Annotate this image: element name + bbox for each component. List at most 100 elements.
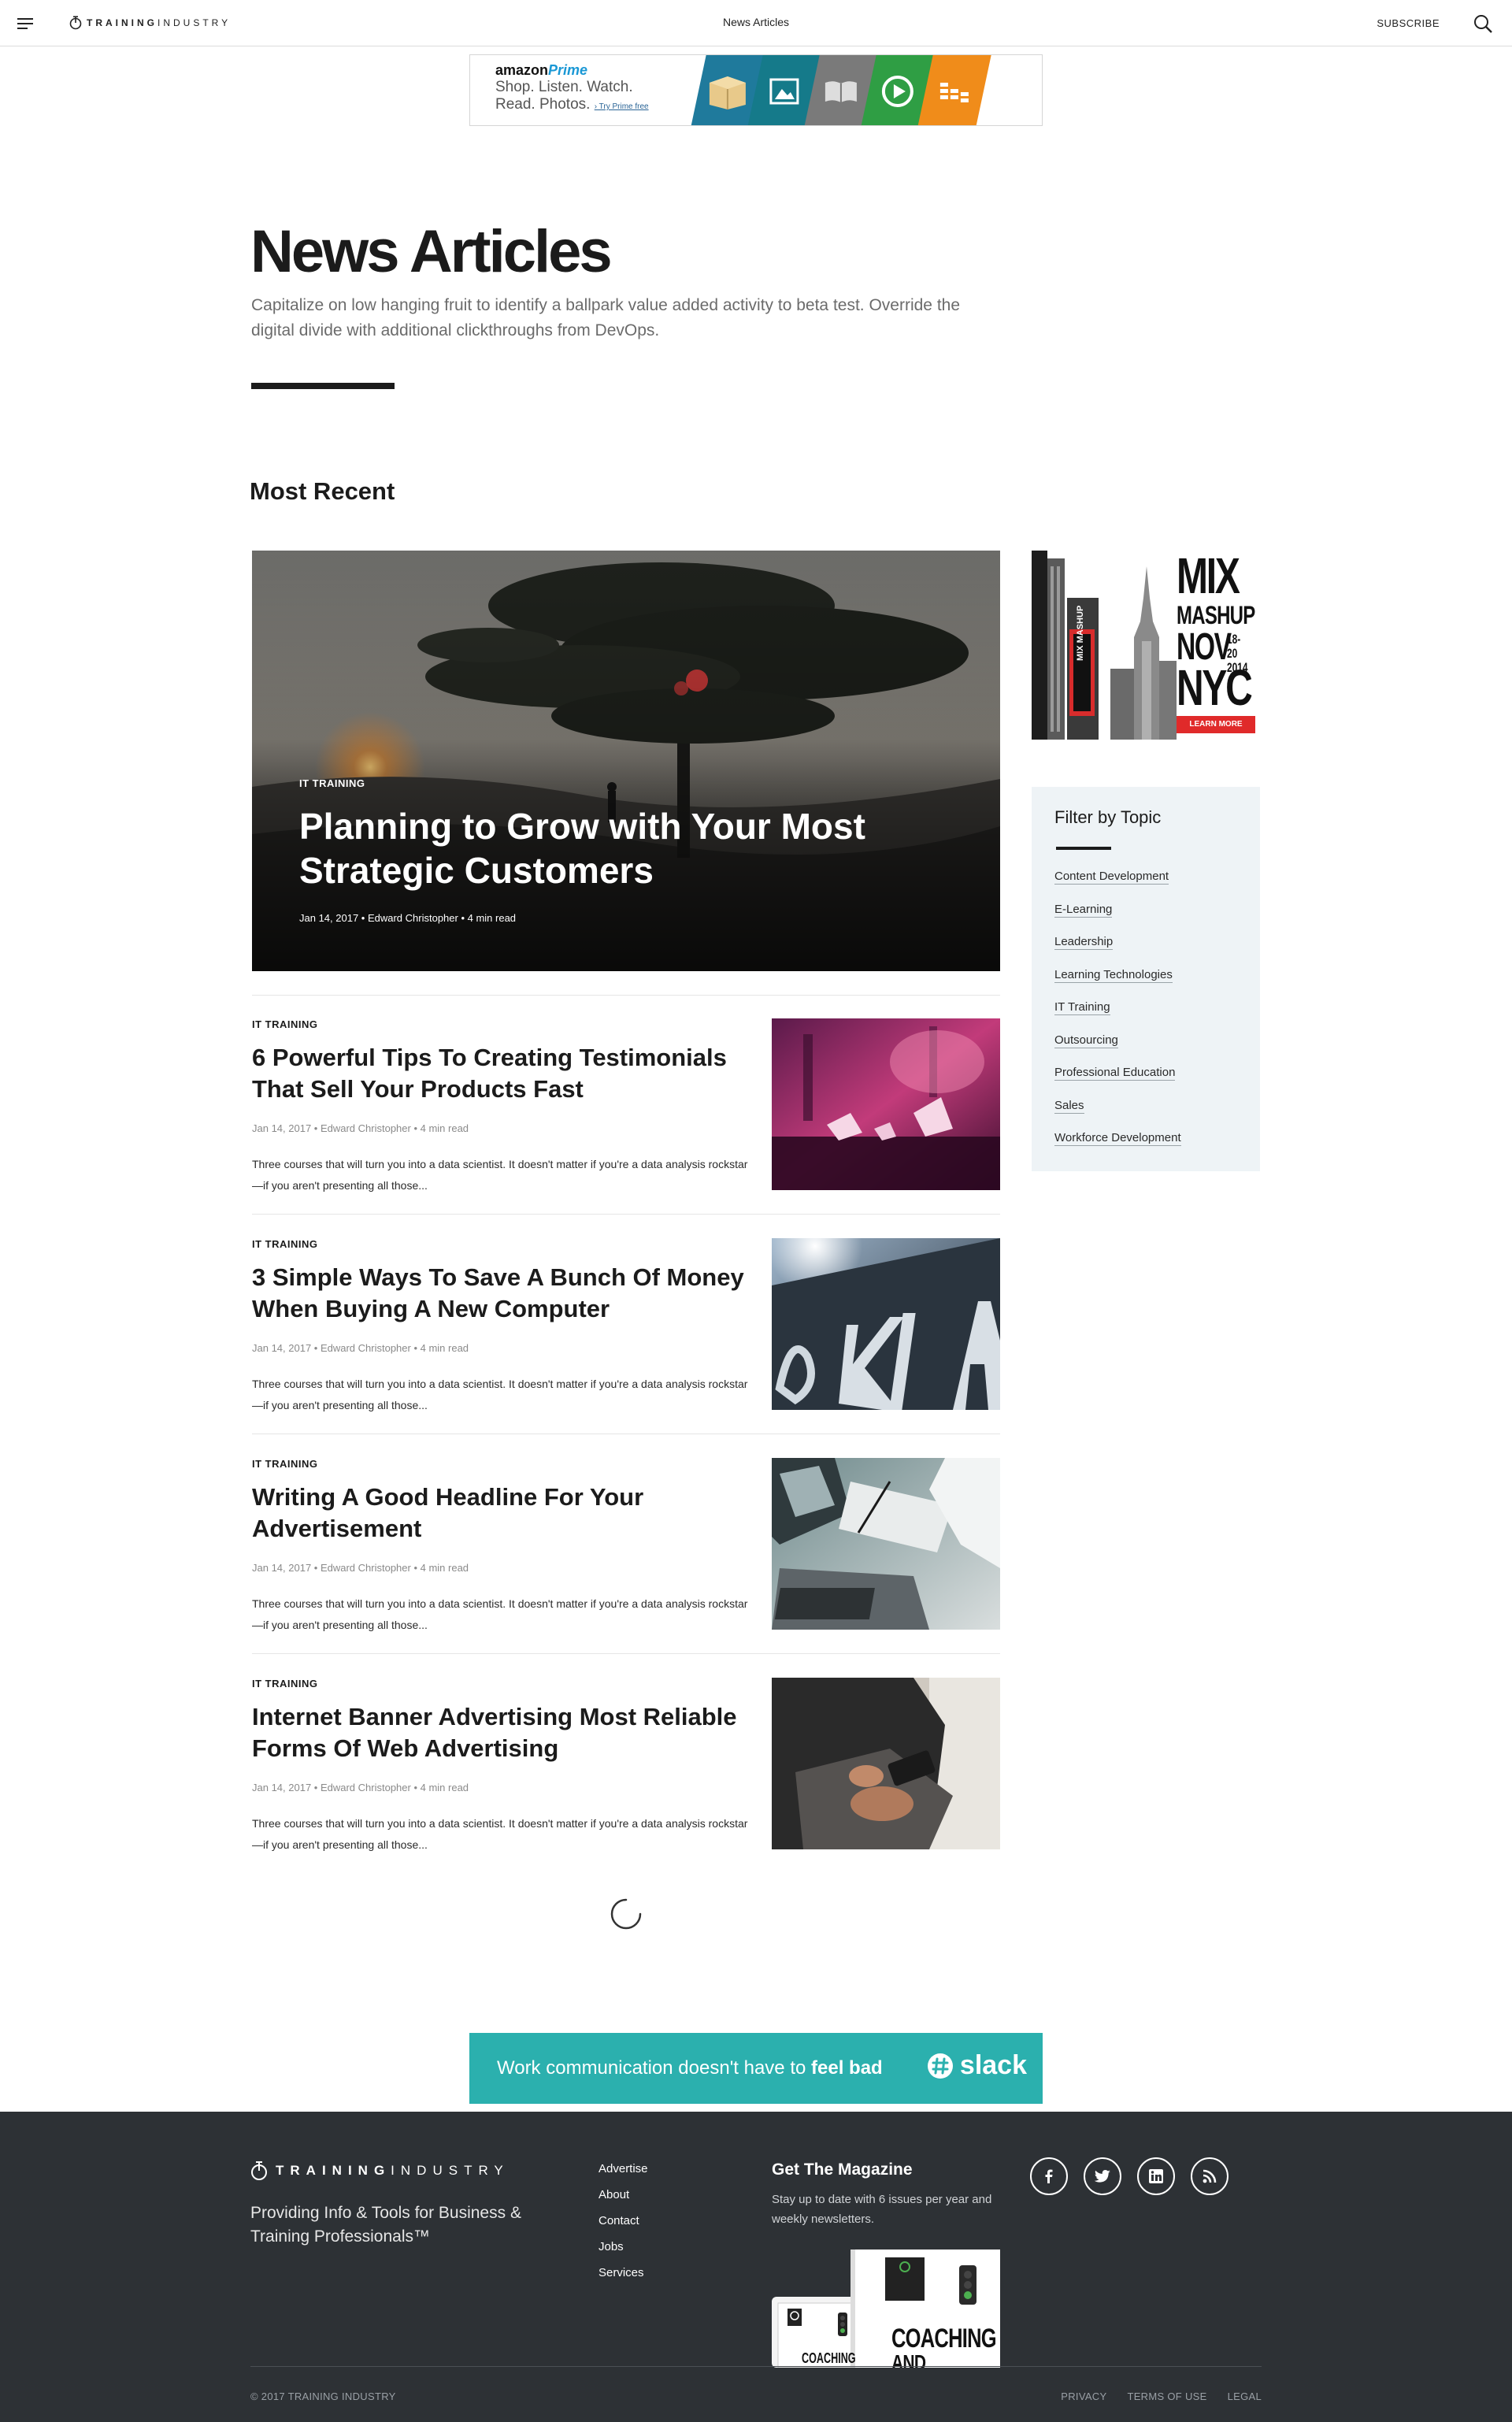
- filter-by-topic-panel: Filter by Topic Content Development E-Le…: [1032, 787, 1260, 1171]
- thumbnail-image: [772, 1238, 1000, 1410]
- topic-link[interactable]: Sales: [1054, 1098, 1181, 1132]
- filter-title: Filter by Topic: [1054, 807, 1162, 827]
- topic-list: Content Development E-Learning Leadershi…: [1054, 870, 1181, 1164]
- linkedin-icon[interactable]: [1137, 2157, 1175, 2195]
- privacy-link[interactable]: PRIVACY: [1061, 2390, 1106, 2402]
- article-list-item[interactable]: IT TRAINING 6 Powerful Tips To Creating …: [252, 1018, 1000, 1192]
- footer-logo-bold: TRAINING: [276, 2163, 391, 2178]
- most-recent-heading: Most Recent: [250, 477, 395, 505]
- slack-hash-icon: [927, 2053, 953, 2079]
- terms-link[interactable]: TERMS OF USE: [1127, 2390, 1206, 2402]
- ad-panels: [691, 55, 991, 125]
- legal-links: PRIVACY TERMS OF USE LEGAL: [1061, 2390, 1262, 2402]
- topic-link[interactable]: E-Learning: [1054, 902, 1181, 936]
- footer-logo-light: INDUSTRY: [391, 2163, 510, 2178]
- copyright: © 2017 TRAINING INDUSTRY: [250, 2390, 396, 2402]
- article-category[interactable]: IT TRAINING: [252, 1678, 318, 1689]
- article-thumbnail[interactable]: [772, 1678, 1000, 1849]
- featured-title[interactable]: Planning to Grow with Your Most Strategi…: [299, 804, 945, 892]
- article-excerpt: Three courses that will turn you into a …: [252, 1597, 748, 1631]
- header-page-title: News Articles: [722, 16, 790, 28]
- article-title[interactable]: 6 Powerful Tips To Creating Testimonials…: [252, 1042, 756, 1105]
- book-icon: [825, 80, 857, 102]
- amazon-prime-logo: amazonPrime: [495, 62, 588, 78]
- article-category[interactable]: IT TRAINING: [252, 1458, 318, 1470]
- site-footer: TRAININGINDUSTRY Providing Info & Tools …: [0, 2112, 1512, 2422]
- magazine-cover-subtitle: AND CULTURE: [891, 2350, 926, 2368]
- ad-line-1: Shop. Listen. Watch.: [495, 79, 633, 95]
- play-icon: [882, 75, 914, 107]
- facebook-icon[interactable]: [1030, 2157, 1068, 2195]
- filter-title-underline: [1056, 847, 1111, 850]
- footer-logo[interactable]: TRAININGINDUSTRY: [250, 2161, 510, 2181]
- title-underline: [251, 383, 395, 389]
- topic-link[interactable]: Outsourcing: [1054, 1033, 1181, 1066]
- article-excerpt: Three courses that will turn you into a …: [252, 1817, 748, 1851]
- magazine-title: Get The Magazine: [772, 2161, 913, 2179]
- article-list-item[interactable]: IT TRAINING Writing A Good Headline For …: [252, 1458, 1000, 1631]
- search-icon[interactable]: [1473, 13, 1493, 34]
- featured-category[interactable]: IT TRAINING: [299, 777, 365, 789]
- twitter-icon[interactable]: [1084, 2157, 1121, 2195]
- page-title: News Articles: [250, 218, 613, 285]
- footer-divider: [250, 2366, 1262, 2367]
- mix-mashup-sign-text: MIX MASHUP: [1076, 605, 1085, 661]
- music-bars-icon: [940, 82, 969, 102]
- subscribe-link[interactable]: SUBSCRIBE: [1377, 17, 1440, 29]
- article-category[interactable]: IT TRAINING: [252, 1018, 318, 1030]
- footer-link-jobs[interactable]: Jobs: [598, 2240, 648, 2266]
- article-category[interactable]: IT TRAINING: [252, 1238, 318, 1250]
- amazon-prime-ad-banner[interactable]: amazonPrime Shop. Listen. Watch. Read. P…: [469, 54, 1043, 126]
- article-title[interactable]: Writing A Good Headline For Your Adverti…: [252, 1482, 756, 1545]
- list-divider: [252, 1214, 1000, 1215]
- article-list-item[interactable]: IT TRAINING Internet Banner Advertising …: [252, 1678, 1000, 1851]
- photos-icon: [769, 78, 799, 104]
- mix-ad-learn-more-button[interactable]: LEARN MORE: [1177, 716, 1255, 733]
- package-icon: [710, 76, 746, 109]
- thumbnail-image: [772, 1458, 1000, 1630]
- thumbnail-image: [772, 1018, 1000, 1190]
- topic-link[interactable]: Professional Education: [1054, 1066, 1181, 1099]
- slack-logo: slack: [927, 2050, 1027, 2081]
- footer-tagline: Providing Info & Tools for Business & Tr…: [250, 2204, 521, 2246]
- top-navigation-bar: TRAININGINDUSTRY News Articles SUBSCRIBE: [0, 0, 1512, 46]
- rss-icon[interactable]: [1191, 2157, 1228, 2195]
- thumbnail-image: [772, 1678, 1000, 1849]
- article-meta: Jan 14, 2017 • Edward Christopher • 4 mi…: [252, 1122, 469, 1134]
- article-thumbnail[interactable]: [772, 1238, 1000, 1410]
- social-links: [1030, 2157, 1228, 2195]
- article-excerpt: Three courses that will turn you into a …: [252, 1158, 748, 1192]
- try-prime-link[interactable]: › Try Prime free: [595, 102, 649, 111]
- article-excerpt: Three courses that will turn you into a …: [252, 1378, 748, 1411]
- featured-article-card[interactable]: IT TRAINING Planning to Grow with Your M…: [252, 551, 1000, 971]
- legal-link[interactable]: LEGAL: [1228, 2390, 1262, 2402]
- featured-meta: Jan 14, 2017 • Edward Christopher • 4 mi…: [299, 912, 517, 924]
- footer-link-contact[interactable]: Contact: [598, 2214, 648, 2240]
- footer-link-advertise[interactable]: Advertise: [598, 2162, 648, 2188]
- slack-ad-text: Work communication doesn't have to feel …: [497, 2057, 883, 2079]
- topic-link[interactable]: Learning Technologies: [1054, 967, 1181, 1001]
- magazine-small-cover-title: COACHING: [802, 2350, 856, 2366]
- mix-mashup-ad[interactable]: MIX MASHUP MIX MASHUP NOV 18-20 2014 NYC …: [1032, 551, 1260, 740]
- topic-link[interactable]: Leadership: [1054, 935, 1181, 968]
- slack-ad-banner[interactable]: Work communication doesn't have to feel …: [469, 2033, 1043, 2104]
- topic-link[interactable]: IT Training: [1054, 1000, 1181, 1033]
- magazine-description: Stay up to date with 6 issues per year a…: [772, 2193, 992, 2226]
- magazine-covers[interactable]: COACHING AND CULTURE COACHING: [772, 2250, 1000, 2368]
- logo-stopwatch-icon: [251, 2161, 267, 2180]
- topic-link[interactable]: Content Development: [1054, 870, 1181, 903]
- article-list-item[interactable]: IT TRAINING 3 Simple Ways To Save A Bunc…: [252, 1238, 1000, 1411]
- article-meta: Jan 14, 2017 • Edward Christopher • 4 mi…: [252, 1342, 469, 1354]
- article-title[interactable]: 3 Simple Ways To Save A Bunch Of Money W…: [252, 1262, 756, 1325]
- footer-link-services[interactable]: Services: [598, 2266, 648, 2292]
- ad-line-2: Read. Photos.: [495, 96, 591, 113]
- article-meta: Jan 14, 2017 • Edward Christopher • 4 mi…: [252, 1562, 469, 1574]
- topic-link[interactable]: Workforce Development: [1054, 1131, 1181, 1164]
- article-thumbnail[interactable]: [772, 1458, 1000, 1630]
- loading-spinner-icon: [610, 1898, 642, 1930]
- list-divider: [252, 1653, 1000, 1654]
- footer-link-about[interactable]: About: [598, 2188, 648, 2214]
- article-thumbnail[interactable]: [772, 1018, 1000, 1190]
- article-title[interactable]: Internet Banner Advertising Most Reliabl…: [252, 1701, 756, 1764]
- page-description: Capitalize on low hanging fruit to ident…: [251, 296, 961, 339]
